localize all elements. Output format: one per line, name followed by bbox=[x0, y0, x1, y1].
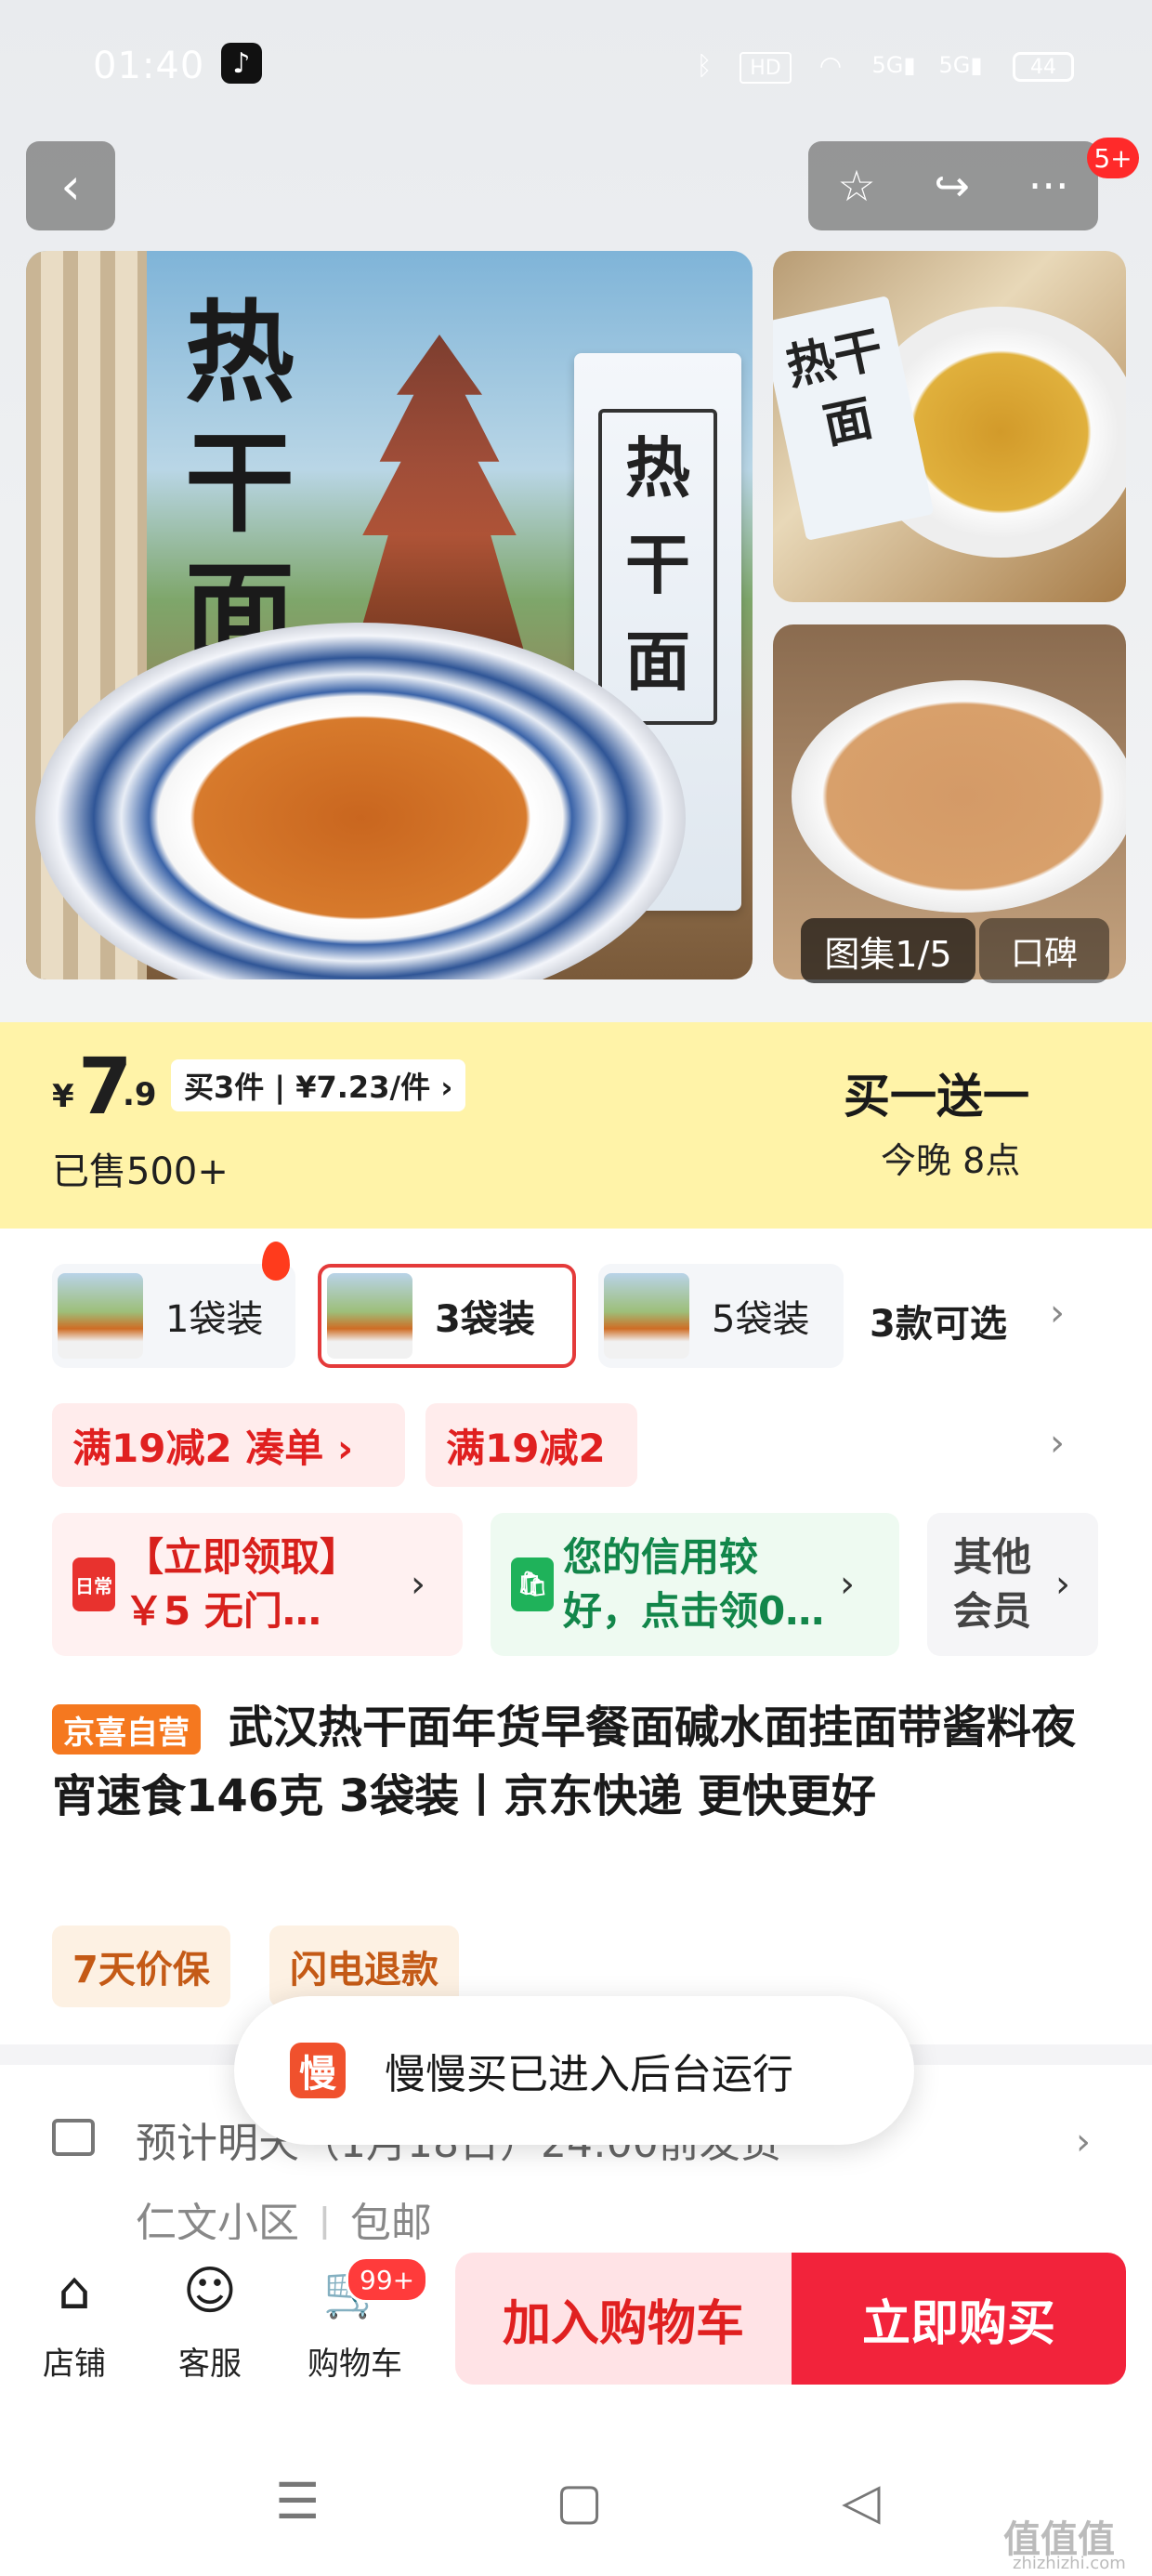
self-operated-tag: 京喜自营 bbox=[52, 1704, 201, 1755]
credit-coupon-card[interactable]: 🛍 您的信用较好，点击领0… › bbox=[491, 1513, 899, 1656]
main-product-image[interactable]: 热干面 热干面 bbox=[26, 251, 753, 979]
battery-icon: 44 bbox=[1013, 52, 1074, 82]
status-bar: 01:40 ♪ ᛒ HD ◠ 5G▮ 5G▮ 44 bbox=[0, 0, 1152, 139]
message-badge: 5+ bbox=[1087, 138, 1139, 178]
coupon-card-5yuan[interactable]: 日常 【立即领取】￥5 无门… › bbox=[52, 1513, 463, 1656]
sauce-dish-graphic bbox=[792, 680, 1126, 913]
5g-signal-icon: 5G▮ bbox=[871, 52, 916, 78]
hot-flame-icon bbox=[262, 1242, 290, 1281]
coupon-tag-collect[interactable]: 满19减2 凑单 › bbox=[52, 1403, 405, 1487]
chevron-right-icon[interactable]: › bbox=[1050, 1292, 1065, 1334]
chat-face-icon: ☺ bbox=[182, 2261, 238, 2321]
background-running-toast: 慢 慢慢买已进入后台运行 bbox=[234, 1996, 914, 2145]
manmanmai-logo-icon: 慢 bbox=[290, 2043, 346, 2098]
review-button[interactable]: 口碑 bbox=[979, 918, 1109, 983]
hd-icon: HD bbox=[740, 52, 792, 84]
top-action-group: ☆ ↪ ··· bbox=[808, 141, 1098, 230]
5g-signal-icon-2: 5G▮ bbox=[938, 52, 983, 78]
buy-now-button[interactable]: 立即购买 bbox=[792, 2253, 1126, 2385]
variant-label: 3袋装 bbox=[435, 1298, 535, 1341]
product-title: 武汉热干面年货早餐面碱水面挂面带酱料夜宵速食146克 3袋装丨京东快递 更快更好 bbox=[52, 1702, 1077, 1822]
store-label: 店铺 bbox=[43, 2346, 106, 2383]
favorite-icon[interactable]: ☆ bbox=[837, 161, 875, 211]
clock: 01:40 bbox=[93, 45, 205, 87]
promo-title: 买一送一 bbox=[844, 1070, 1029, 1124]
variant-3-pack[interactable]: 3袋装 bbox=[318, 1264, 576, 1368]
gallery-counter-button[interactable]: 图集1/5 bbox=[801, 918, 975, 983]
image-title-text: 热干面 bbox=[184, 289, 295, 677]
side-package-text: 热干面 bbox=[773, 296, 935, 541]
price-protection-tag[interactable]: 7天价保 bbox=[52, 1925, 230, 2007]
wifi-icon: ◠ bbox=[818, 49, 843, 81]
truck-icon bbox=[52, 2119, 95, 2156]
package-title-text: 热干面 bbox=[598, 409, 717, 725]
tiktok-icon: ♪ bbox=[221, 43, 262, 84]
chevron-right-icon[interactable]: › bbox=[1050, 1422, 1065, 1465]
coupon-card-text: 【立即领取】￥5 无门… bbox=[124, 1534, 360, 1634]
watermark-url: zhizhizhi.com bbox=[1013, 2554, 1126, 2573]
chevron-right-icon: › bbox=[840, 1563, 855, 1606]
chevron-right-icon: › bbox=[1055, 1563, 1070, 1606]
chevron-right-icon[interactable]: › bbox=[1076, 2121, 1091, 2163]
yellow-crane-tower-graphic bbox=[349, 335, 530, 669]
variant-options-count[interactable]: 3款可选 bbox=[870, 1294, 1007, 1347]
fast-refund-tag[interactable]: 闪电退款 bbox=[269, 1925, 459, 2007]
variant-5-pack[interactable]: 5袋装 bbox=[598, 1264, 844, 1368]
toast-message: 慢慢买已进入后台运行 bbox=[385, 2051, 793, 2098]
variant-thumbnail bbox=[58, 1273, 143, 1359]
menu-icon[interactable]: ☰ bbox=[275, 2472, 320, 2530]
variant-thumbnail bbox=[604, 1273, 689, 1359]
more-icon[interactable]: ··· bbox=[1028, 161, 1069, 211]
cart-count-badge: 99+ bbox=[346, 2256, 429, 2303]
store-icon: ⌂ bbox=[58, 2261, 91, 2321]
service-label: 客服 bbox=[178, 2346, 242, 2383]
variant-thumbnail bbox=[327, 1273, 412, 1359]
add-to-cart-button[interactable]: 加入购物车 bbox=[455, 2253, 792, 2385]
price-decimal: .9 bbox=[123, 1076, 157, 1113]
credit-card-text: 您的信用较好，点击领0… bbox=[563, 1534, 825, 1634]
back-nav-icon[interactable]: ◁ bbox=[842, 2472, 881, 2530]
share-icon[interactable]: ↪ bbox=[934, 161, 970, 211]
home-icon[interactable]: ▢ bbox=[556, 2472, 603, 2530]
variant-label: 5袋装 bbox=[712, 1298, 810, 1341]
back-button[interactable]: ‹ bbox=[26, 141, 115, 230]
bluetooth-icon: ᛒ bbox=[696, 49, 713, 81]
coupon-tag-discount[interactable]: 满19减2 bbox=[425, 1403, 637, 1487]
shopping-bag-icon: 🛍 bbox=[511, 1557, 554, 1611]
price-currency: ¥ bbox=[52, 1078, 74, 1115]
promo-time: 今晚 8点 bbox=[881, 1140, 1021, 1181]
sold-count: 已售500+ bbox=[52, 1150, 229, 1193]
side-image-noodles[interactable]: 热干面 bbox=[773, 251, 1126, 602]
variant-1-pack[interactable]: 1袋装 bbox=[52, 1264, 295, 1368]
chevron-right-icon: › bbox=[411, 1563, 425, 1606]
customer-service-button[interactable]: ☺ 客服 bbox=[154, 2258, 266, 2384]
coupon-icon: 日常 bbox=[72, 1557, 115, 1611]
store-button[interactable]: ⌂ 店铺 bbox=[19, 2258, 130, 2384]
multi-buy-price-button[interactable]: 买3件 | ¥7.23/件 › bbox=[171, 1059, 466, 1111]
other-member-card[interactable]: 其他会员 › bbox=[927, 1513, 1098, 1656]
cart-label: 购物车 bbox=[308, 2346, 402, 2383]
variant-label: 1袋装 bbox=[165, 1298, 264, 1341]
other-member-text: 其他会员 bbox=[953, 1534, 1032, 1634]
